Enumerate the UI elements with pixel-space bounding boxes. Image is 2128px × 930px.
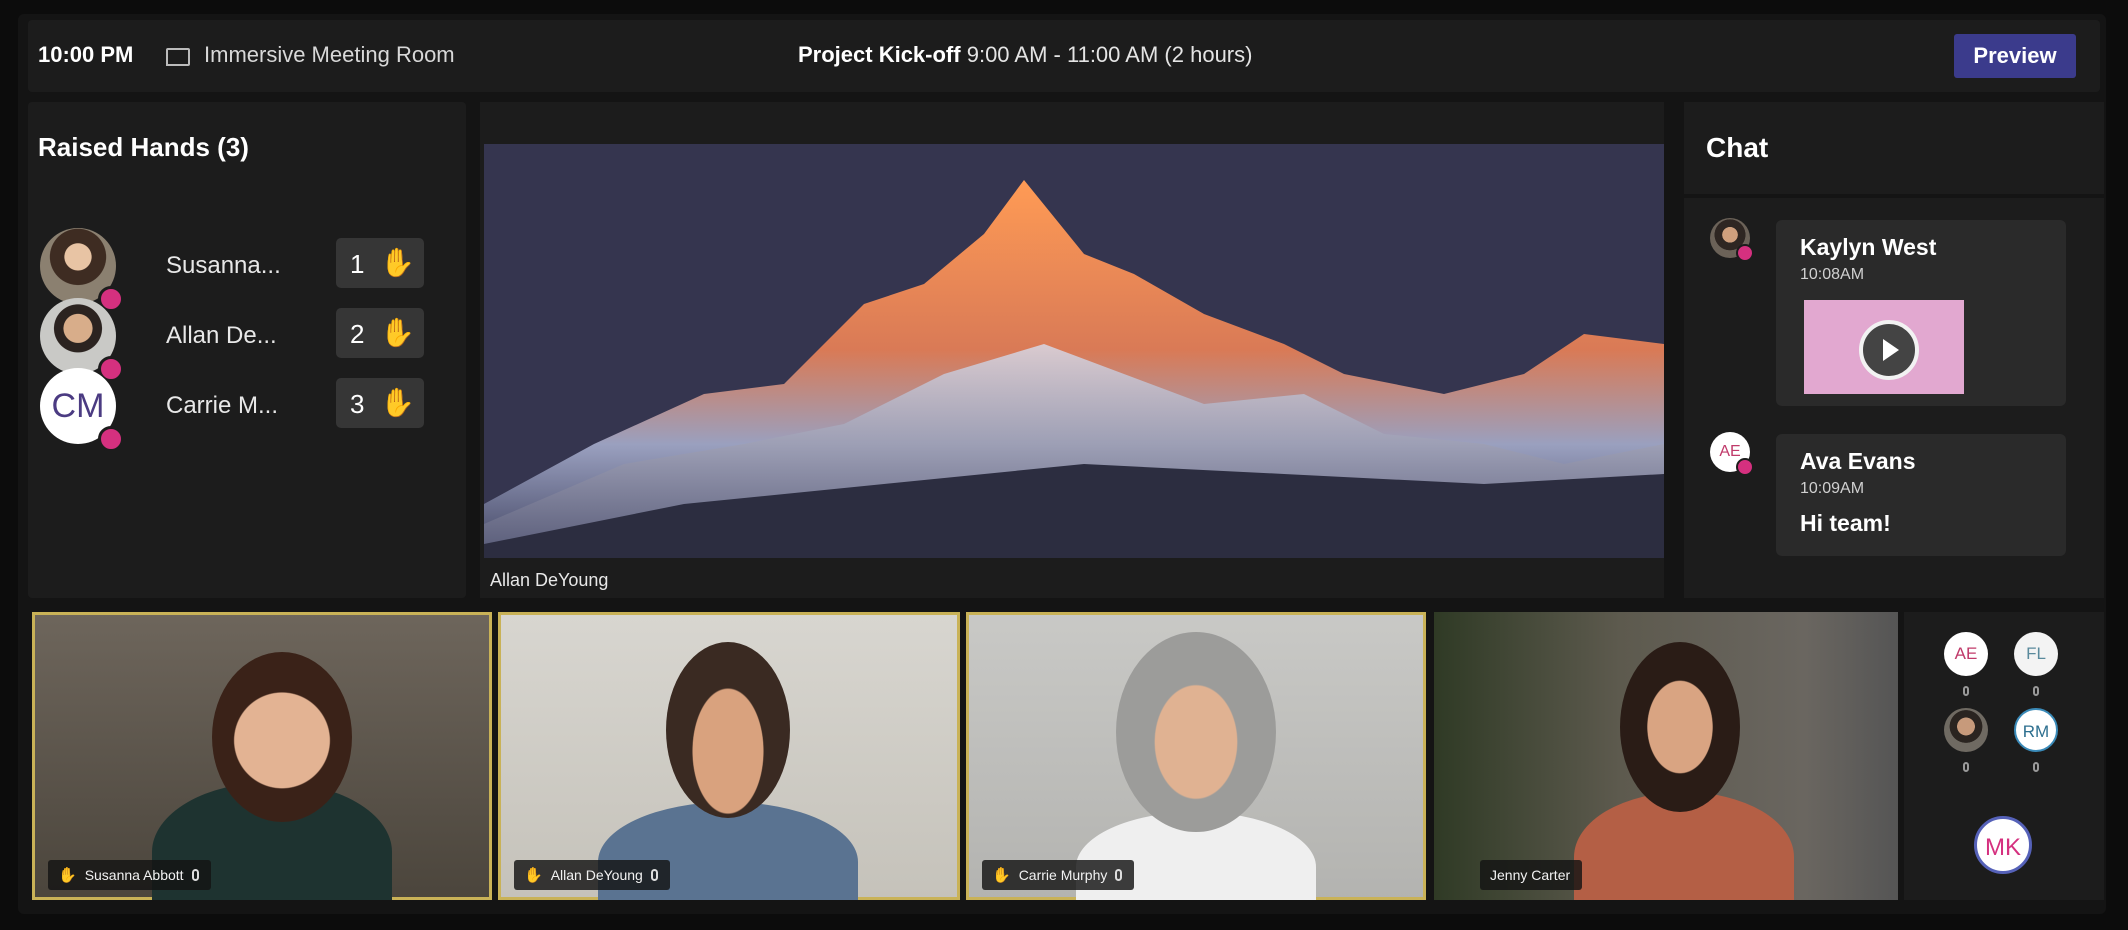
chat-title: Chat [1706, 132, 1769, 163]
meeting-title: Project Kick-off [798, 42, 961, 67]
hand-order-badge: 2 ✋ [336, 308, 424, 358]
video-tile[interactable]: Jenny Carter [1434, 612, 1898, 900]
hand-order-badge: 1 ✋ [336, 238, 424, 288]
meeting-header: 10:00 PM Immersive Meeting Room Project … [28, 20, 2100, 92]
participant-name-tag: Jenny Carter [1480, 860, 1583, 890]
meeting-info: Project Kick-off 9:00 AM - 11:00 AM (2 h… [798, 42, 1252, 68]
participant-name: Allan DeYoung [550, 867, 643, 883]
roster-avatar[interactable] [1944, 708, 1988, 752]
participant-name: Allan De... [166, 322, 277, 349]
raised-hand-item[interactable]: CM Carrie M... 3 ✋ [28, 368, 466, 456]
roster-avatar[interactable]: AE [1944, 632, 1988, 676]
clock: 10:00 PM [38, 42, 134, 67]
chat-panel: Chat Kaylyn West 10:08AM AE Ava Evans 10… [1684, 102, 2104, 598]
room-name: Immersive Meeting Room [204, 42, 455, 67]
raised-hand-icon: ✋ [380, 247, 415, 278]
video-tile[interactable]: ✋ Susanna Abbott [32, 612, 492, 900]
cast-icon [166, 48, 190, 66]
presence-indicator [98, 426, 124, 452]
chat-message[interactable]: Ava Evans 10:09AM Hi team! [1776, 434, 2066, 556]
hand-order-number: 3 [350, 389, 365, 419]
roster-avatar[interactable]: FL [2014, 632, 2058, 676]
meeting-time: 9:00 AM - 11:00 AM (2 hours) [966, 42, 1253, 67]
chat-header: Chat [1684, 102, 2104, 198]
play-icon [1859, 320, 1919, 380]
participant-name: Carrie Murphy [1018, 867, 1108, 883]
raised-hand-icon: ✋ [380, 317, 415, 348]
mic-icon [1963, 762, 1969, 772]
participant-name-tag: ✋ Carrie Murphy [982, 860, 1135, 890]
hand-order-number: 2 [350, 319, 365, 349]
mic-icon [191, 869, 199, 881]
participant-name-tag: ✋ Allan DeYoung [514, 860, 670, 890]
roster-avatar[interactable]: MK [1974, 816, 2032, 874]
participant-name: Susanna... [166, 252, 281, 279]
participant-name: Carrie M... [166, 392, 279, 419]
preview-button[interactable]: Preview [1954, 34, 2076, 78]
mic-icon [650, 869, 658, 881]
message-author: Ava Evans [1800, 448, 1916, 474]
chat-message[interactable]: Kaylyn West 10:08AM [1776, 220, 2066, 406]
raised-hand-icon: ✋ [992, 867, 1011, 884]
mic-icon [1115, 869, 1123, 881]
mic-icon [1963, 686, 1969, 696]
message-author: Kaylyn West [1800, 234, 1937, 260]
video-tile[interactable]: ✋ Carrie Murphy [966, 612, 1426, 900]
participant-name: Jenny Carter [1490, 867, 1571, 883]
mountain-image [484, 144, 1664, 558]
raised-hand-icon: ✋ [524, 867, 543, 884]
message-time: 10:08AM [1800, 266, 1865, 283]
mic-icon [2033, 762, 2039, 772]
shared-content-image [484, 144, 1664, 558]
shared-stage[interactable]: Allan DeYoung [480, 102, 1664, 598]
participant-name: Susanna Abbott [84, 867, 184, 883]
raised-hands-panel: Raised Hands (3) Susanna... 1 ✋ Allan De… [28, 102, 466, 598]
participant-roster: AE FL RM MK [1904, 612, 2104, 900]
raised-hand-icon: ✋ [58, 867, 77, 884]
video-attachment[interactable] [1804, 300, 1964, 394]
participant-name-tag: ✋ Susanna Abbott [48, 860, 211, 890]
message-time: 10:09AM [1800, 480, 1865, 497]
hand-order-badge: 3 ✋ [336, 378, 424, 428]
raised-hand-icon: ✋ [380, 387, 415, 418]
message-text: Hi team! [1800, 510, 1891, 536]
mic-icon [2033, 686, 2039, 696]
presence-indicator [1736, 458, 1754, 476]
video-tile[interactable]: ✋ Allan DeYoung [498, 612, 960, 900]
roster-avatar[interactable]: RM [2014, 708, 2058, 752]
presence-indicator [1736, 244, 1754, 262]
raised-hands-title: Raised Hands (3) [38, 132, 249, 162]
hand-order-number: 1 [350, 249, 365, 279]
presenter-label: Allan DeYoung [490, 570, 609, 590]
